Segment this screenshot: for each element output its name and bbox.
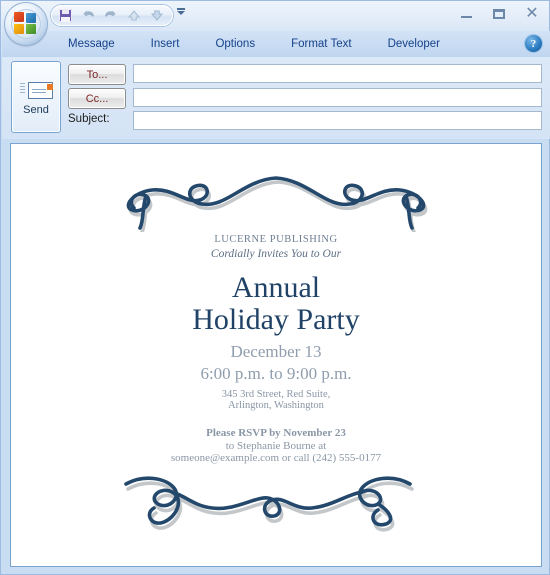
cc-button[interactable]: Cc...	[68, 88, 126, 109]
previous-item-icon[interactable]	[124, 7, 144, 25]
help-icon[interactable]: ?	[525, 35, 542, 52]
redo-arrow-glyph	[105, 10, 116, 17]
tab-options[interactable]: Options	[197, 31, 273, 57]
customize-qat-icon[interactable]	[177, 8, 185, 15]
venue-address-line-1: 345 3rd Street, Red Suite,	[221, 389, 331, 400]
send-button-label: Send	[23, 103, 49, 116]
send-button[interactable]: Send	[11, 61, 61, 133]
flourish-ornament-top	[126, 176, 428, 232]
invitation-tagline: Cordially Invites You to Our	[210, 248, 342, 260]
tab-format-text[interactable]: Format Text	[273, 31, 370, 57]
cc-input[interactable]	[133, 88, 542, 107]
venue-address-line-2: Arlington, Washington	[228, 400, 324, 411]
event-time: 6:00 p.m. to 9:00 p.m.	[200, 364, 352, 383]
close-button[interactable]: ✕	[521, 4, 543, 24]
minimize-button[interactable]	[455, 4, 477, 24]
office-logo-icon	[14, 12, 38, 36]
message-body[interactable]: LUCERNE PUBLISHING Cordially Invites You…	[10, 143, 542, 567]
next-item-icon[interactable]	[147, 7, 167, 25]
to-button[interactable]: To...	[68, 64, 126, 85]
tab-insert[interactable]: Insert	[133, 31, 198, 57]
send-envelope-icon	[20, 79, 53, 101]
invitation-content: LUCERNE PUBLISHING Cordially Invites You…	[11, 144, 541, 566]
office-button[interactable]	[5, 3, 47, 45]
up-arrow-glyph	[127, 10, 141, 21]
tab-message[interactable]: Message	[50, 31, 133, 57]
subject-label: Subject:	[68, 113, 110, 125]
event-title-line-1: Annual	[231, 271, 321, 304]
event-title-line-2: Holiday Party	[192, 303, 360, 336]
redo-icon[interactable]	[101, 7, 121, 25]
flourish-ornament-bottom	[124, 476, 414, 532]
window-controls: ✕	[455, 4, 543, 24]
to-input[interactable]	[133, 64, 542, 83]
ribbon-tab-strip: Message Insert Options Format Text Devel…	[2, 31, 550, 58]
rsvp-contact-name: to Stephanie Bourne at	[225, 440, 327, 452]
rsvp-deadline: Please RSVP by November 23	[206, 427, 346, 439]
save-icon[interactable]	[55, 7, 75, 25]
quick-access-toolbar	[51, 5, 173, 26]
undo-icon[interactable]	[78, 7, 98, 25]
subject-input[interactable]	[133, 111, 542, 130]
ribbon-tabs: Message Insert Options Format Text Devel…	[50, 31, 458, 57]
outlook-compose-window: ✕ Message Insert Options Format Text Dev…	[0, 0, 550, 575]
rsvp-contact-details: someone@example.com or call (242) 555-01…	[170, 452, 382, 464]
maximize-button[interactable]	[488, 4, 510, 24]
message-header-area: Send To... Cc... Subject:	[2, 57, 550, 139]
event-date: December 13	[230, 342, 322, 361]
undo-arrow-glyph	[83, 10, 94, 17]
down-arrow-glyph	[150, 10, 164, 21]
tab-developer[interactable]: Developer	[370, 31, 458, 57]
title-bar: ✕	[1, 1, 549, 45]
organization-name: LUCERNE PUBLISHING	[214, 234, 338, 245]
